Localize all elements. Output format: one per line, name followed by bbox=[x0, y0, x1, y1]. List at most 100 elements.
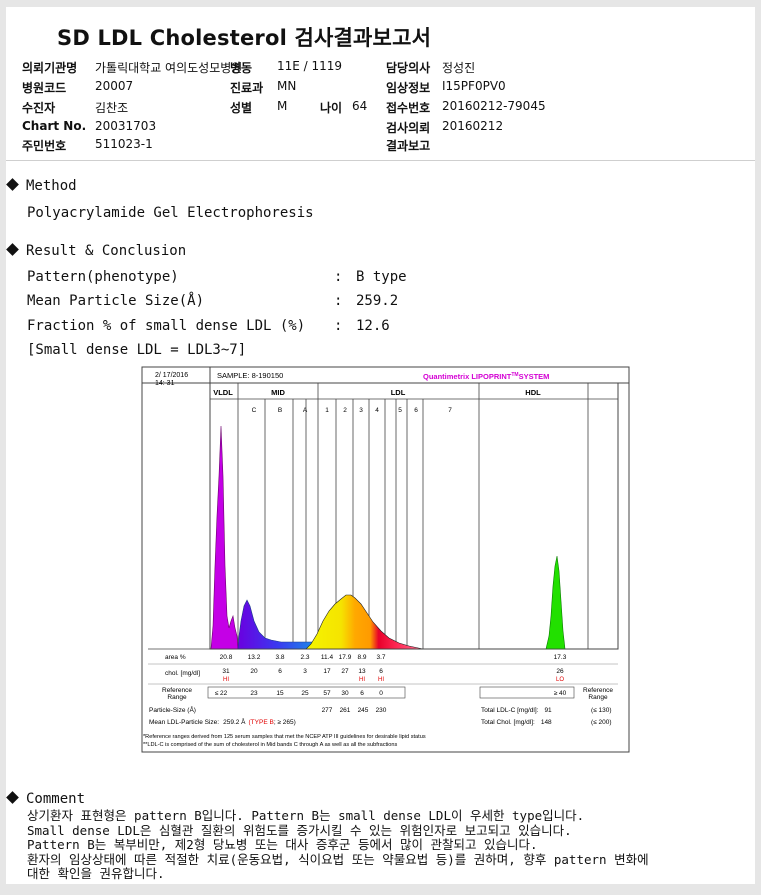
value-test-request: 20160212 bbox=[442, 119, 504, 133]
value-clinical-info: I15PF0PV0 bbox=[442, 79, 506, 93]
comment-line-1: 상기환자 표현형은 pattern B입니다. Pattern B는 small… bbox=[27, 808, 585, 823]
comment-line-4: 환자의 임상상태에 따른 적절한 치료(운동요법, 식이요법 또는 약물요법 등… bbox=[27, 852, 649, 867]
value-doctor: 정성진 bbox=[442, 61, 476, 75]
area-vldl: 20.8 bbox=[220, 654, 233, 661]
chart-time: 14: 31 bbox=[155, 380, 175, 387]
value-requesting-org: 가톨릭대학교 여의도성모병원 bbox=[95, 61, 243, 75]
ref-a: 25 bbox=[301, 690, 309, 697]
area-ldl3: 8.9 bbox=[357, 654, 366, 661]
flag-vldl: HI bbox=[223, 677, 229, 683]
area-ldl1: 11.4 bbox=[321, 654, 334, 661]
footnote-2: **LDL-C is comprised of the sum of chole… bbox=[143, 742, 398, 748]
ref-ldl1: 57 bbox=[323, 690, 331, 697]
result-colon: : bbox=[334, 318, 343, 334]
result-value-particle-size: 259.2 bbox=[356, 293, 399, 309]
band-label-6: 6 bbox=[414, 407, 418, 414]
footnote-1: *Reference ranges derived from 125 serum… bbox=[143, 734, 426, 740]
label-chart-no: Chart No. bbox=[22, 119, 87, 133]
group-ldl: LDL bbox=[391, 388, 406, 397]
chart-sample: SAMPLE: 8-190150 bbox=[217, 371, 283, 380]
area-ldl2: 17.9 bbox=[339, 654, 352, 661]
band-label-7: 7 bbox=[448, 407, 452, 414]
value-ward: 11E / 1119 bbox=[277, 59, 343, 73]
result-value-pattern: B type bbox=[356, 269, 407, 285]
mean-size-line: Mean LDL-Particle Size: 259.2 Å (TYPE B; ≥… bbox=[149, 717, 296, 726]
value-age: 64 bbox=[352, 99, 368, 113]
comment-line-3: Pattern B는 복부비만, 제2형 당뇨병 또는 대사 증후군 등에서 많… bbox=[27, 837, 538, 852]
method-heading-text: Method bbox=[26, 178, 77, 194]
label-clinical-info: 임상정보 bbox=[386, 81, 431, 95]
chol-ldl4: 6 bbox=[379, 668, 383, 675]
band-label-a: A bbox=[303, 407, 308, 414]
value-hospital-code: 20007 bbox=[95, 79, 134, 93]
diamond-bullet-icon bbox=[6, 791, 19, 804]
chol-ldl1: 17 bbox=[323, 668, 331, 675]
comment-heading-text: Comment bbox=[26, 791, 86, 807]
result-heading-text: Result & Conclusion bbox=[26, 243, 187, 259]
window-frame-left bbox=[0, 0, 6, 895]
total-chol-ref: (≤ 200) bbox=[591, 719, 612, 726]
chol-ldl2: 27 bbox=[341, 668, 349, 675]
comment-heading: Comment bbox=[6, 791, 86, 807]
particle-size-4: 230 bbox=[376, 707, 387, 714]
diamond-bullet-icon bbox=[6, 243, 19, 256]
report-title: SD LDL Cholesterol 검사결과보고서 bbox=[57, 26, 432, 50]
flag-ldl3: HI bbox=[359, 677, 365, 683]
ref-c: 23 bbox=[250, 690, 258, 697]
area-b: 3.8 bbox=[275, 654, 284, 661]
result-label-particle-size: Mean Particle Size(Å) bbox=[27, 293, 205, 309]
label-department: 진료과 bbox=[230, 81, 264, 95]
chol-hdl: 26 bbox=[556, 668, 564, 675]
ref-vldl: ≤ 22 bbox=[215, 690, 228, 697]
area-ldl4: 3.7 bbox=[376, 654, 385, 661]
result-note: [Small dense LDL = LDL3~7] bbox=[27, 342, 247, 358]
label-hospital-code: 병원코드 bbox=[22, 81, 67, 95]
total-ldlc-ref: (≤ 130) bbox=[591, 707, 612, 714]
method-heading: Method bbox=[6, 178, 77, 194]
result-colon: : bbox=[334, 293, 343, 309]
label-age: 나이 bbox=[320, 101, 343, 115]
label-ward: 병동 bbox=[230, 61, 253, 75]
chol-b: 6 bbox=[278, 668, 282, 675]
band-label-4: 4 bbox=[375, 407, 379, 414]
result-label-pattern: Pattern(phenotype) bbox=[27, 269, 179, 285]
band-label-1: 1 bbox=[325, 407, 329, 414]
diamond-bullet-icon bbox=[6, 178, 19, 191]
window-frame-top bbox=[0, 0, 761, 7]
particle-size-3: 245 bbox=[358, 707, 369, 714]
row-label-area: area % bbox=[165, 654, 186, 661]
group-vldl: VLDL bbox=[213, 388, 233, 397]
value-receipt-no: 20160212-79045 bbox=[442, 99, 546, 113]
comment-line-5: 대한 확인을 권유합니다. bbox=[27, 866, 165, 881]
comment-line-2: Small dense LDL은 심혈관 질환의 위험도를 증가시킬 수 있는 … bbox=[27, 823, 572, 838]
chol-a: 3 bbox=[303, 668, 307, 675]
group-mid: MID bbox=[271, 388, 285, 397]
value-patient: 김찬조 bbox=[95, 101, 129, 115]
ref-ldl2: 30 bbox=[341, 690, 349, 697]
particle-size-1: 277 bbox=[322, 707, 333, 714]
label-patient: 수진자 bbox=[22, 101, 56, 115]
value-chart-no: 20031703 bbox=[95, 119, 157, 133]
particle-size-label: Particle-Size (Å) bbox=[149, 705, 196, 714]
band-label-3: 3 bbox=[359, 407, 363, 414]
result-value-fraction: 12.6 bbox=[356, 318, 390, 334]
ref-ldl3: 6 bbox=[360, 690, 364, 697]
result-heading: Result & Conclusion bbox=[6, 243, 187, 259]
label-requesting-org: 의뢰기관명 bbox=[22, 61, 78, 75]
area-a: 2.3 bbox=[300, 654, 309, 661]
ref-hdl: ≥ 40 bbox=[554, 690, 567, 697]
area-c: 13.2 bbox=[248, 654, 261, 661]
total-chol-line: Total Chol. [mg/dl]: 148 bbox=[481, 719, 552, 726]
band-label-b: B bbox=[278, 407, 282, 414]
chol-c: 20 bbox=[250, 668, 258, 675]
lipoprint-svg: 2/ 17/2016 14: 31 SAMPLE: 8-190150 Quant… bbox=[141, 366, 630, 753]
flag-hdl: LO bbox=[556, 677, 564, 683]
window-frame-right bbox=[755, 0, 761, 895]
result-label-fraction: Fraction % of small dense LDL (%) bbox=[27, 318, 306, 334]
method-text: Polyacrylamide Gel Electrophoresis bbox=[27, 205, 314, 221]
group-hdl: HDL bbox=[525, 388, 541, 397]
flag-ldl4: HI bbox=[378, 677, 384, 683]
value-department: MN bbox=[277, 79, 297, 93]
lipoprint-chart: 2/ 17/2016 14: 31 SAMPLE: 8-190150 Quant… bbox=[141, 366, 630, 753]
label-receipt-no: 접수번호 bbox=[386, 101, 431, 115]
